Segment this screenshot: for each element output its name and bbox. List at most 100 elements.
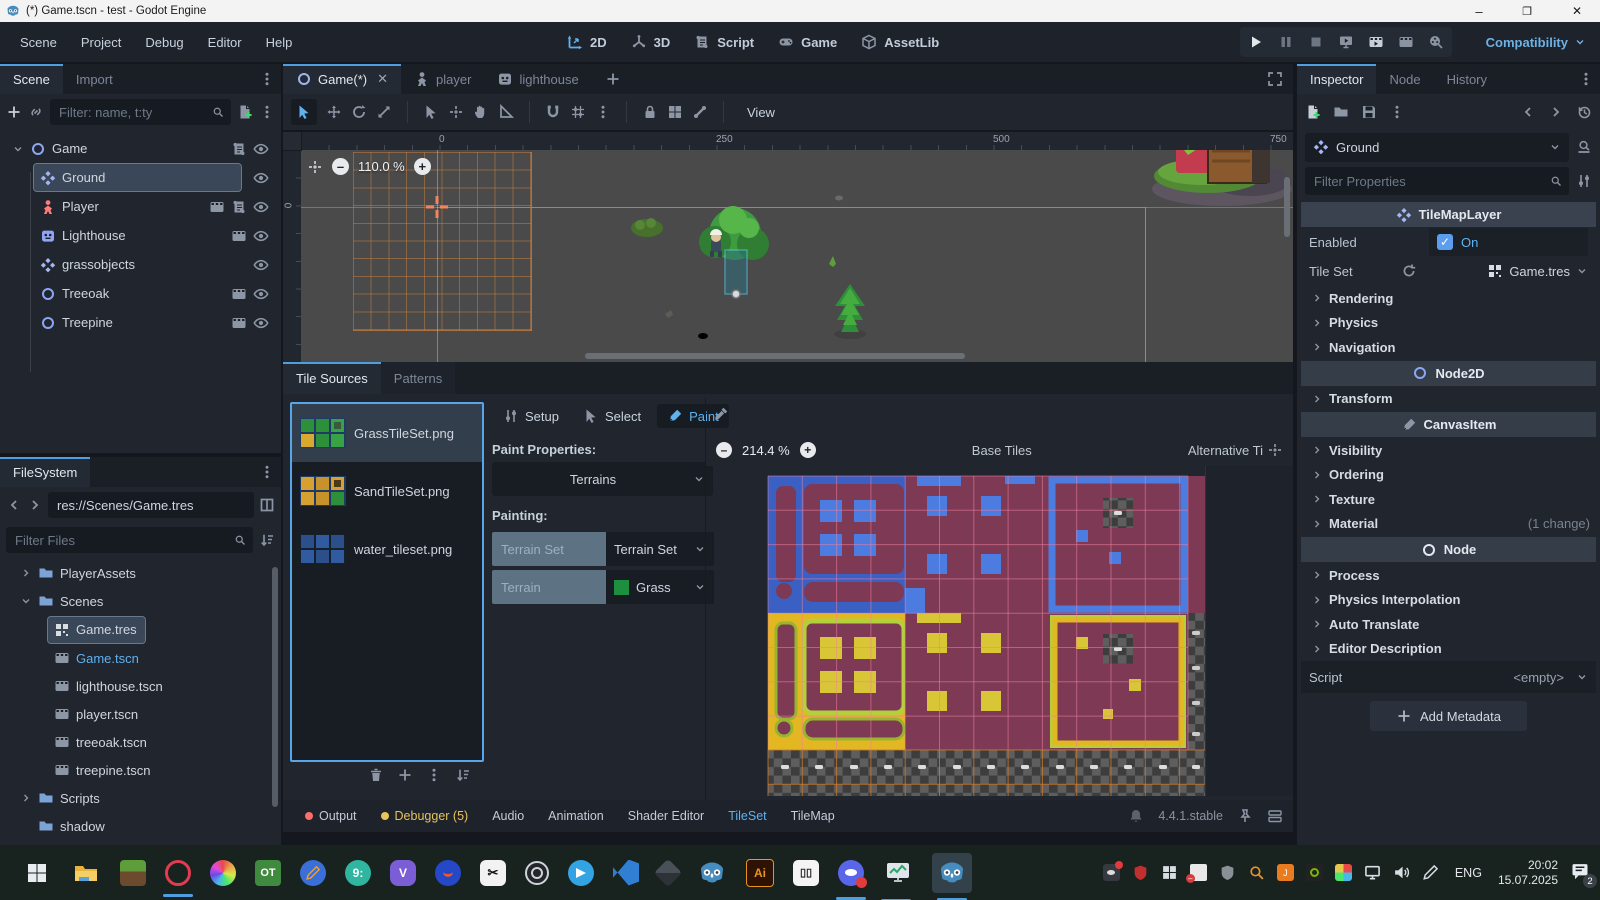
- zoom-out-button[interactable]: –: [332, 158, 349, 175]
- dock-menu-icon[interactable]: [259, 71, 275, 87]
- scene-node-treeoak[interactable]: Treeoak: [4, 279, 277, 308]
- taskbar-opentoonz[interactable]: OT: [255, 859, 281, 886]
- atlas-zoom-out-button[interactable]: –: [716, 442, 732, 458]
- section-transform[interactable]: Transform: [1301, 387, 1596, 412]
- workspace-tab-3d[interactable]: 3D: [619, 34, 683, 50]
- expand-viewport-icon[interactable]: [1267, 71, 1283, 87]
- taskbar-viber[interactable]: V: [390, 859, 416, 886]
- play-scene-button[interactable]: [1368, 34, 1384, 50]
- tray-shield[interactable]: [1219, 864, 1236, 881]
- atlas-zoom-level[interactable]: 214.4 %: [742, 443, 790, 458]
- section-physics[interactable]: Physics: [1301, 311, 1596, 336]
- atlas-center-view-icon[interactable]: [1267, 442, 1283, 458]
- bottom-tab-audio[interactable]: Audio: [480, 809, 536, 823]
- mode-select-button[interactable]: Select: [575, 404, 649, 428]
- fs-item-playerassets[interactable]: PlayerAssets: [8, 559, 271, 587]
- dock-menu-icon[interactable]: [1578, 71, 1594, 87]
- inspector-filter-field[interactable]: [1305, 167, 1569, 195]
- center-view-icon[interactable]: [307, 159, 323, 175]
- bottom-tab-animation[interactable]: Animation: [536, 809, 616, 823]
- minimize-button[interactable]: –: [1458, 0, 1500, 22]
- taskbar-color-wheel[interactable]: [210, 859, 236, 886]
- bottom-tab-shader-editor[interactable]: Shader Editor: [616, 809, 716, 823]
- file-filter-input[interactable]: [13, 531, 228, 549]
- tab-inspector[interactable]: Inspector: [1297, 64, 1377, 94]
- scene-node-treepine[interactable]: Treepine: [4, 308, 277, 337]
- class-header-tilemaplayer[interactable]: TileMapLayer: [1301, 202, 1596, 227]
- bottom-tab-output[interactable]: Output: [293, 809, 369, 823]
- canvas-hscrollbar[interactable]: [585, 353, 965, 359]
- menu-scene[interactable]: Scene: [8, 35, 69, 50]
- snap-options-icon[interactable]: [595, 104, 611, 120]
- chevron-down-icon[interactable]: [20, 595, 32, 607]
- pin-bottom-panel-icon[interactable]: [1237, 808, 1253, 824]
- delete-source-icon[interactable]: [368, 767, 384, 783]
- tray-defender[interactable]: –: [1185, 864, 1207, 883]
- inspector-filter-input[interactable]: [1312, 172, 1544, 190]
- fs-item-treepine-tscn[interactable]: treepine.tscn: [8, 756, 271, 784]
- close-button[interactable]: ✕: [1554, 0, 1600, 22]
- view-menu[interactable]: View: [739, 105, 783, 120]
- tray-everything-search[interactable]: [1248, 864, 1265, 881]
- scene-instance-icon[interactable]: [231, 286, 247, 302]
- script-badge-icon[interactable]: [231, 141, 247, 157]
- tile-atlas-view[interactable]: [705, 466, 1293, 796]
- open-docs-icon[interactable]: [1576, 139, 1592, 155]
- tray-widgets[interactable]: [1161, 864, 1178, 881]
- tab-patterns[interactable]: Patterns: [380, 362, 456, 394]
- chevron-right-icon[interactable]: [20, 792, 32, 804]
- new-resource-icon[interactable]: [1305, 104, 1321, 120]
- taskbar-windows-start[interactable]: [22, 858, 52, 888]
- tileset-resource-dropdown[interactable]: Game.tres: [1423, 263, 1588, 279]
- scene-tab-lighthouse[interactable]: lighthouse: [484, 64, 591, 94]
- fs-item-scripts[interactable]: Scripts: [8, 784, 271, 812]
- fs-item-scenes[interactable]: Scenes: [8, 587, 271, 615]
- tray-nvidia[interactable]: [1305, 864, 1323, 881]
- mode-setup-button[interactable]: Setup: [495, 404, 567, 428]
- taskbar-voicemod[interactable]: [435, 859, 461, 886]
- taskbar-telegram[interactable]: [568, 859, 594, 886]
- fs-item-game-tres[interactable]: Game.tres: [8, 615, 271, 644]
- section-navigation[interactable]: Navigation: [1301, 335, 1596, 360]
- pan-tool-icon[interactable]: [473, 104, 489, 120]
- taskbar-illustrator[interactable]: Ai: [746, 858, 774, 887]
- scene-filter-field[interactable]: [50, 99, 231, 125]
- script-value[interactable]: <empty>: [1348, 670, 1564, 685]
- taskbar-capcut[interactable]: ✂: [480, 859, 506, 886]
- attach-script-button[interactable]: [237, 104, 253, 120]
- tray-avg[interactable]: [1334, 864, 1352, 881]
- visibility-icon[interactable]: [253, 170, 269, 186]
- history-back-icon[interactable]: [1520, 104, 1536, 120]
- sort-sources-icon[interactable]: [455, 767, 471, 783]
- taskbar-minecraft[interactable]: [120, 859, 146, 886]
- tray-language[interactable]: ENG: [1451, 866, 1486, 880]
- section-process[interactable]: Process: [1301, 563, 1596, 588]
- visibility-icon[interactable]: [253, 286, 269, 302]
- smart-snap-icon[interactable]: [545, 104, 561, 120]
- add-metadata-button[interactable]: Add Metadata: [1370, 701, 1527, 731]
- sort-files-icon[interactable]: [259, 532, 275, 548]
- section-material[interactable]: Material (1 change): [1301, 512, 1596, 537]
- taskbar-file-explorer[interactable]: [71, 858, 101, 888]
- tray-clock[interactable]: 20:02 15.07.2025: [1498, 858, 1558, 888]
- pivot-tool-icon[interactable]: [448, 104, 464, 120]
- fs-item-game-tscn[interactable]: Game.tscn: [8, 644, 271, 672]
- section-editor-description[interactable]: Editor Description: [1301, 637, 1596, 662]
- picker-dropper-icon[interactable]: [713, 406, 729, 422]
- terrain-dropdown[interactable]: Grass: [606, 570, 714, 604]
- tray-volume[interactable]: [1393, 864, 1410, 881]
- section-visibility[interactable]: Visibility: [1301, 438, 1596, 463]
- close-tab-icon[interactable]: ✕: [377, 71, 388, 87]
- restore-button[interactable]: ❐: [1506, 0, 1548, 22]
- file-filter-field[interactable]: [6, 527, 253, 553]
- visibility-icon[interactable]: [253, 228, 269, 244]
- zoom-level[interactable]: 110.0 %: [358, 159, 405, 174]
- visibility-icon[interactable]: [253, 141, 269, 157]
- save-resource-icon[interactable]: [1361, 104, 1377, 120]
- skeleton-icon[interactable]: [692, 104, 708, 120]
- nav-back-icon[interactable]: [6, 497, 22, 513]
- source-menu-icon[interactable]: [426, 767, 442, 783]
- remote-debug-button[interactable]: [1338, 34, 1354, 50]
- ruler-tool-icon[interactable]: [498, 104, 514, 120]
- scene-filter-input[interactable]: [57, 103, 206, 121]
